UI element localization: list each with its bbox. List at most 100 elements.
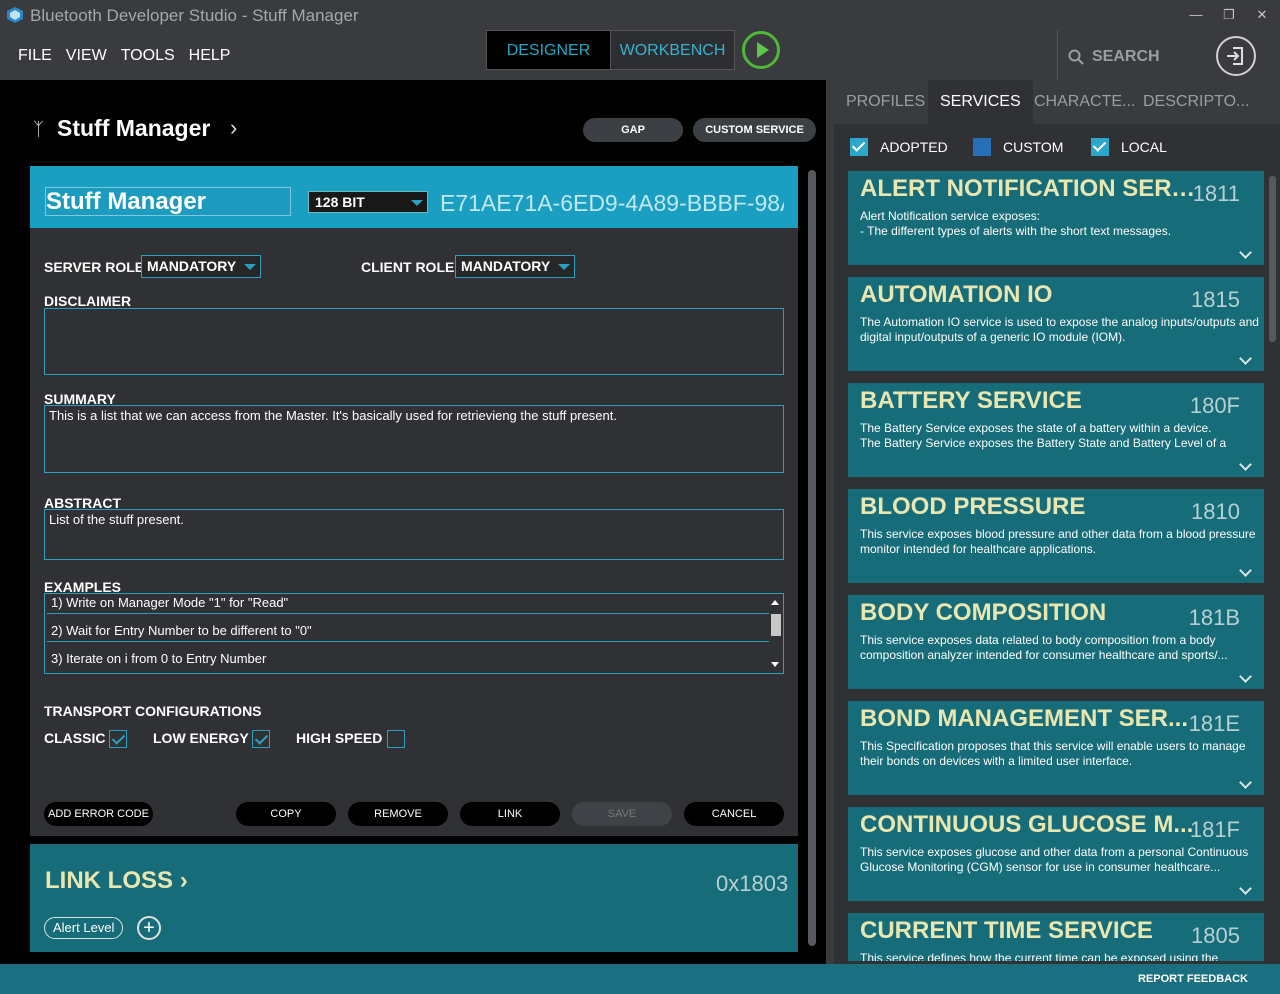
examples-scrollbar-thumb[interactable] (771, 614, 781, 636)
tab-characteristics[interactable]: CHARACTE... (1022, 80, 1147, 124)
disclaimer-textarea[interactable] (44, 308, 784, 375)
tab-descriptors[interactable]: DESCRIPTO... (1131, 80, 1261, 124)
chevron-down-icon[interactable] (1239, 352, 1252, 365)
scroll-down-icon[interactable] (771, 662, 779, 667)
service-list-item[interactable]: BOND MANAGEMENT SER... 181E This Specifi… (848, 701, 1264, 795)
pane-splitter[interactable] (826, 80, 834, 964)
workbench-tab[interactable]: WORKBENCH (610, 31, 734, 69)
service-description: This service exposes glucose and other d… (860, 845, 1249, 874)
service-code: 1810 (1191, 499, 1240, 524)
service-name: BODY COMPOSITION (860, 599, 1107, 626)
link-loss-title[interactable]: LINK LOSS › (45, 867, 188, 895)
client-role-label: CLIENT ROLE (361, 259, 455, 275)
service-list-item[interactable]: AUTOMATION IO 1815 The Automation IO ser… (848, 277, 1264, 371)
chevron-down-icon[interactable] (1239, 564, 1252, 577)
service-list-item[interactable]: CONTINUOUS GLUCOSE M... 181F This servic… (848, 807, 1264, 901)
menu-file[interactable]: FILE (18, 47, 52, 65)
chevron-down-icon[interactable] (1239, 670, 1252, 683)
bluetooth-icon: ᛉ (33, 119, 44, 139)
menu-tools[interactable]: TOOLS (121, 47, 175, 65)
login-icon (1227, 47, 1243, 65)
editor-scrollbar-thumb[interactable] (808, 170, 816, 946)
filter-adopted[interactable]: ADOPTED (850, 138, 948, 156)
summary-textarea[interactable]: This is a list that we can access from t… (44, 405, 784, 473)
minimize-button[interactable]: — (1184, 4, 1208, 26)
menu-help[interactable]: HELP (189, 47, 231, 65)
library-scrollbar[interactable] (1269, 176, 1276, 956)
service-list-item[interactable]: ALERT NOTIFICATION SERV... 1811 Alert No… (848, 171, 1264, 265)
example-item[interactable]: 2) Wait for Entry Number to be different… (47, 614, 769, 642)
chevron-down-icon (244, 264, 256, 270)
server-role-label: SERVER ROLE (44, 259, 145, 275)
check-icon[interactable] (1091, 138, 1109, 156)
cancel-button[interactable]: CANCEL (684, 802, 784, 826)
window-title: Bluetooth Developer Studio - Stuff Manag… (30, 6, 359, 25)
breadcrumb-title[interactable]: Stuff Manager (57, 115, 210, 142)
menu-bar: FILE VIEW TOOLS HELP (18, 47, 230, 65)
service-description: This service defines how the current tim… (860, 951, 1219, 961)
examples-list[interactable]: 1) Write on Manager Mode "1" for "Read" … (44, 593, 784, 674)
filter-custom[interactable]: CUSTOM (973, 138, 1063, 156)
disclaimer-label: DISCLAIMER (44, 293, 132, 309)
designer-tab[interactable]: DESIGNER (487, 31, 610, 69)
service-name: CURRENT TIME SERVICE (860, 917, 1153, 944)
service-code: 1815 (1191, 287, 1240, 312)
chevron-right-icon[interactable]: › (230, 115, 237, 141)
link-button[interactable]: LINK (460, 802, 560, 826)
classic-checkbox[interactable] (109, 730, 127, 748)
editor-scrollbar[interactable] (808, 166, 816, 950)
remove-button[interactable]: REMOVE (348, 802, 448, 826)
copy-button[interactable]: COPY (236, 802, 336, 826)
chevron-down-icon[interactable] (1239, 882, 1252, 895)
service-code: 1811 (1192, 181, 1240, 206)
title-bar: Bluetooth Developer Studio - Stuff Manag… (0, 0, 1280, 80)
save-button[interactable]: SAVE (572, 802, 672, 826)
search-box[interactable]: SEARCH (1057, 30, 1201, 80)
restore-button[interactable]: ❐ (1217, 4, 1241, 26)
search-placeholder: SEARCH (1092, 48, 1160, 65)
custom-service-button[interactable]: CUSTOM SERVICE (693, 118, 816, 142)
service-code: 181F (1189, 817, 1240, 842)
checkbox-empty[interactable] (973, 138, 991, 156)
server-role-select[interactable]: MANDATORY (141, 255, 261, 278)
close-button[interactable]: ✕ (1250, 4, 1274, 26)
characteristic-chip[interactable]: Alert Level (44, 917, 124, 939)
service-code: 180F (1189, 393, 1240, 418)
tab-services[interactable]: SERVICES (928, 80, 1033, 124)
login-button[interactable] (1216, 36, 1256, 76)
classic-label: CLASSIC (44, 730, 106, 746)
chevron-down-icon[interactable] (1239, 246, 1252, 259)
uuid-field[interactable]: E71AE71A-6ED9-4A89-BBBF-98A2 (440, 190, 784, 218)
client-role-select[interactable]: MANDATORY (455, 255, 575, 278)
service-list-item[interactable]: CURRENT TIME SERVICE 1805 This service d… (848, 913, 1264, 961)
scroll-up-icon[interactable] (771, 600, 779, 605)
filter-label: LOCAL (1121, 139, 1167, 155)
status-bar: REPORT FEEDBACK (0, 964, 1280, 994)
high-speed-checkbox[interactable] (387, 730, 405, 748)
service-name-input[interactable]: Stuff Manager (45, 187, 291, 216)
service-code: 1805 (1191, 923, 1240, 948)
example-item[interactable]: 3) Iterate on i from 0 to Entry Number (47, 642, 769, 670)
service-list-item[interactable]: BODY COMPOSITION 181B This service expos… (848, 595, 1264, 689)
filter-local[interactable]: LOCAL (1091, 138, 1167, 156)
abstract-textarea[interactable]: List of the stuff present. (44, 509, 784, 560)
low-energy-label: LOW ENERGY (153, 730, 249, 746)
low-energy-checkbox[interactable] (252, 730, 270, 748)
add-error-code-button[interactable]: ADD ERROR CODE (44, 802, 153, 826)
uuid-size-select[interactable]: 128 BIT (308, 191, 428, 213)
report-feedback-link[interactable]: REPORT FEEDBACK (1138, 973, 1248, 985)
service-description: This service exposes data related to bod… (860, 633, 1228, 662)
library-scrollbar-thumb[interactable] (1269, 176, 1276, 342)
tab-profiles[interactable]: PROFILES (834, 80, 937, 124)
chevron-down-icon[interactable] (1239, 458, 1252, 471)
filter-label: ADOPTED (880, 139, 948, 155)
menu-view[interactable]: VIEW (66, 47, 107, 65)
service-list-item[interactable]: BATTERY SERVICE 180F The Battery Service… (848, 383, 1264, 477)
plus-icon[interactable]: + (137, 916, 161, 940)
gap-button[interactable]: GAP (583, 118, 683, 142)
check-icon[interactable] (850, 138, 868, 156)
chevron-down-icon[interactable] (1239, 776, 1252, 789)
play-button[interactable] (742, 31, 780, 69)
service-list-item[interactable]: BLOOD PRESSURE 1810 This service exposes… (848, 489, 1264, 583)
example-item[interactable]: 1) Write on Manager Mode "1" for "Read" (47, 594, 769, 614)
